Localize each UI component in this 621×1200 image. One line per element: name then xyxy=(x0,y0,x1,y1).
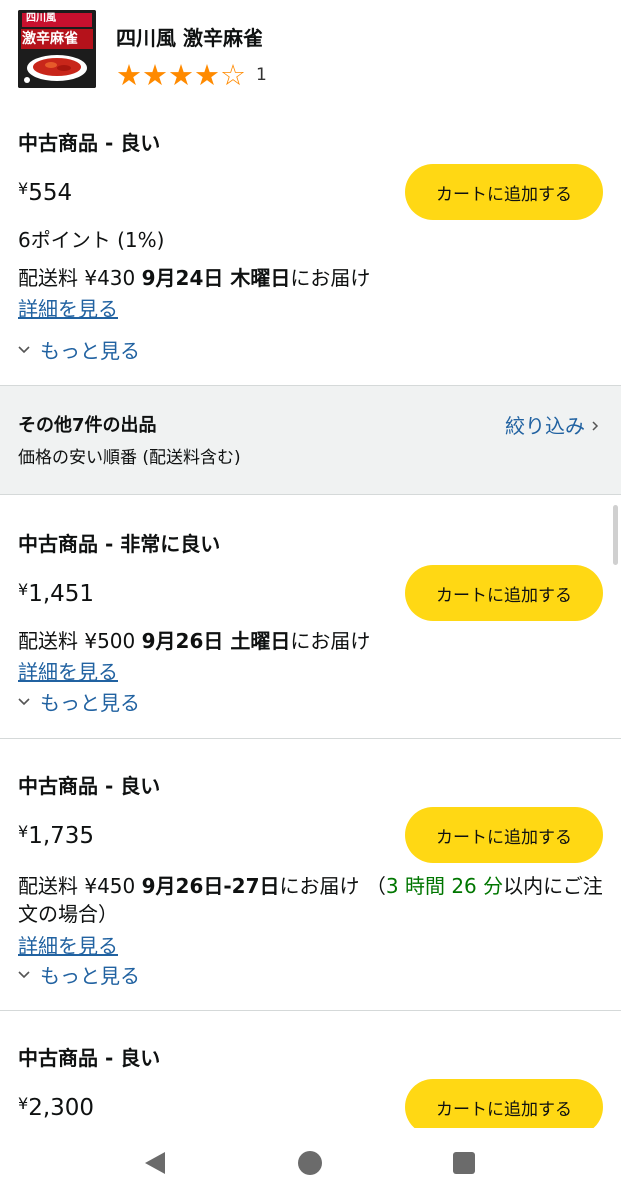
star-filled-icon: ★ xyxy=(142,58,168,92)
other-offers-title: その他7件の出品 xyxy=(18,415,157,436)
chevron-down-icon xyxy=(18,346,30,354)
thumbnail-brand-text: 四川風 xyxy=(26,13,56,24)
delivery-date: 9月26日 土曜日 xyxy=(141,629,291,653)
add-to-cart-button[interactable]: カートに追加する xyxy=(405,164,603,220)
sort-order-label: 価格の安い順番 (配送料含む) xyxy=(18,448,241,468)
offer-condition: 中古商品 - 良い xyxy=(18,1046,161,1070)
recents-icon[interactable] xyxy=(453,1152,475,1174)
back-icon[interactable] xyxy=(143,1150,167,1176)
star-rating: ★ ★ ★ ★ ☆ xyxy=(116,60,246,90)
product-header: 四川風 激辛麻雀 四川風 激辛麻雀 ★ ★ ★ ★ ☆ 1 xyxy=(0,0,621,110)
delivery-info: 配送料 ¥450 9月26日-27日にお届け （3 時間 26 分以内にご注文の… xyxy=(18,872,608,928)
delivery-paren: （ xyxy=(365,874,386,898)
details-link[interactable]: 詳細を見る xyxy=(18,295,118,323)
more-toggle[interactable]: もっと見る xyxy=(18,337,140,365)
delivery-suffix: にお届け xyxy=(290,629,371,653)
product-title[interactable]: 四川風 激辛麻雀 xyxy=(116,24,263,52)
filter-button[interactable]: 絞り込み xyxy=(505,412,599,440)
delivery-fee: 配送料 ¥500 xyxy=(18,629,142,653)
chevron-down-icon xyxy=(18,698,30,706)
home-icon[interactable] xyxy=(298,1151,322,1175)
star-empty-icon: ☆ xyxy=(220,58,246,92)
price-value: 554 xyxy=(28,180,73,206)
chevron-down-icon xyxy=(18,971,30,979)
offer-item: 中古商品 - 良い ¥1,735 カートに追加する 配送料 ¥450 9月26日… xyxy=(0,739,621,1010)
system-nav-bar xyxy=(0,1128,621,1200)
offer-item: 中古商品 - 良い ¥2,300 カートに追加する xyxy=(0,1011,621,1128)
delivery-info: 配送料 ¥430 9月24日 木曜日にお届け xyxy=(18,264,608,292)
delivery-date: 9月26日-27日 xyxy=(141,874,280,898)
points: 6ポイント (1%) xyxy=(18,228,165,252)
delivery-fee: 配送料 ¥430 xyxy=(18,266,142,290)
star-filled-icon: ★ xyxy=(116,58,142,92)
offer-condition: 中古商品 - 非常に良い xyxy=(18,532,221,556)
delivery-date: 9月24日 木曜日 xyxy=(141,266,291,290)
offer-condition: 中古商品 - 良い xyxy=(18,774,161,798)
order-countdown: 3 時間 26 分 xyxy=(385,874,504,898)
more-label: もっと見る xyxy=(40,964,140,988)
product-thumbnail[interactable]: 四川風 激辛麻雀 xyxy=(18,10,96,88)
delivery-fee: 配送料 ¥450 xyxy=(18,874,142,898)
star-filled-icon: ★ xyxy=(194,58,220,92)
thumbnail-title-text: 激辛麻雀 xyxy=(22,31,78,47)
more-toggle[interactable]: もっと見る xyxy=(18,689,140,717)
delivery-info: 配送料 ¥500 9月26日 土曜日にお届け xyxy=(18,627,608,655)
price-value: 1,735 xyxy=(28,823,95,849)
delivery-suffix: にお届け xyxy=(290,266,371,290)
offer-price: ¥554 xyxy=(18,178,72,210)
chevron-right-icon xyxy=(592,421,599,431)
currency-symbol: ¥ xyxy=(18,580,29,599)
featured-offer: 中古商品 - 良い ¥554 カートに追加する 6ポイント (1%) 配送料 ¥… xyxy=(0,110,621,385)
more-label: もっと見る xyxy=(40,691,140,715)
currency-symbol: ¥ xyxy=(18,179,29,198)
offer-price: ¥1,735 xyxy=(18,821,94,853)
more-toggle[interactable]: もっと見る xyxy=(18,962,140,990)
offer-price: ¥2,300 xyxy=(18,1093,94,1125)
offer-condition: 中古商品 - 良い xyxy=(18,131,161,155)
rating[interactable]: ★ ★ ★ ★ ☆ 1 xyxy=(116,60,267,90)
star-filled-icon: ★ xyxy=(168,58,194,92)
currency-symbol: ¥ xyxy=(18,822,29,841)
add-to-cart-button[interactable]: カートに追加する xyxy=(405,807,603,863)
details-link[interactable]: 詳細を見る xyxy=(18,658,118,686)
scrollbar[interactable] xyxy=(613,505,618,565)
rating-count[interactable]: 1 xyxy=(256,60,267,90)
offer-price: ¥1,451 xyxy=(18,579,94,611)
other-offers-header: その他7件の出品 価格の安い順番 (配送料含む) 絞り込み xyxy=(0,385,621,495)
delivery-suffix: にお届け xyxy=(279,874,366,898)
offer-item: 中古商品 - 非常に良い ¥1,451 カートに追加する 配送料 ¥500 9月… xyxy=(0,496,621,738)
add-to-cart-button[interactable]: カートに追加する xyxy=(405,565,603,621)
add-to-cart-button[interactable]: カートに追加する xyxy=(405,1079,603,1128)
more-label: もっと見る xyxy=(40,339,140,363)
price-value: 1,451 xyxy=(28,581,95,607)
price-value: 2,300 xyxy=(28,1095,95,1121)
currency-symbol: ¥ xyxy=(18,1094,29,1113)
filter-label: 絞り込み xyxy=(505,414,585,438)
details-link[interactable]: 詳細を見る xyxy=(18,932,118,960)
